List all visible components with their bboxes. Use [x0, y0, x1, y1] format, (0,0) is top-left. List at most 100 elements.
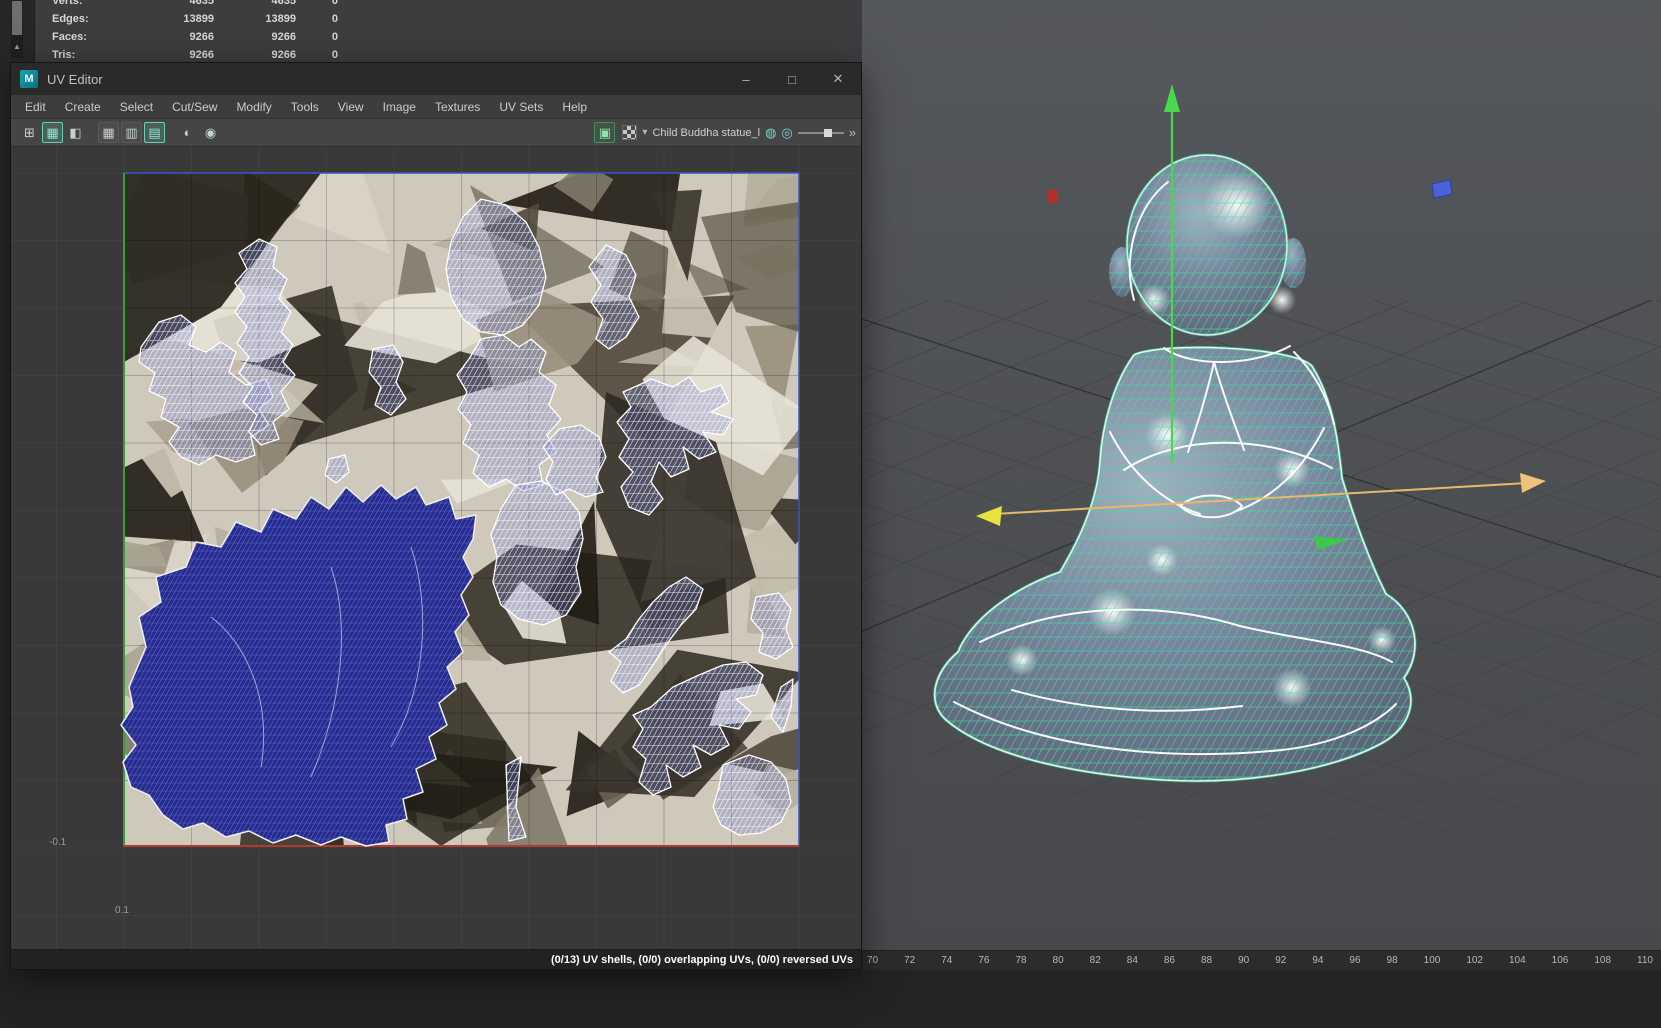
hud-value: 0 [331, 0, 338, 7]
uv-shell[interactable] [490, 480, 584, 626]
window-title: UV Editor [47, 71, 103, 87]
menu-textures[interactable]: Textures [435, 100, 480, 114]
grid-coordinate-label: 0.1 [115, 905, 129, 916]
poly-count-hud: Verts: 4635 4635 0 Edges: 13899 13899 0 Faces: 92… [52, 0, 338, 64]
timeline-tick[interactable]: 86 [1164, 955, 1175, 966]
viewport-canvas[interactable] [862, 0, 1661, 950]
slider-handle[interactable] [823, 128, 832, 137]
timeline-tick[interactable]: 100 [1424, 955, 1441, 966]
scrollbar-track[interactable]: ▲ [11, 0, 23, 58]
uv-canvas[interactable] [11, 147, 861, 949]
toolbar-overflow-icon[interactable]: » [849, 125, 856, 140]
minimize-button[interactable]: – [723, 63, 769, 95]
timeline-tick[interactable]: 76 [978, 955, 989, 966]
timeline-tick[interactable]: 80 [1053, 955, 1064, 966]
red-plane-handle[interactable] [1048, 190, 1058, 203]
perspective-viewport[interactable] [862, 0, 1661, 950]
hud-value: 9266 [189, 31, 214, 43]
pixel-snap-icon[interactable]: ▥ [121, 122, 142, 143]
uv-shell[interactable] [542, 424, 607, 498]
menu-edit[interactable]: Edit [25, 100, 46, 114]
hud-value: 9266 [271, 31, 296, 43]
hud-value: 0 [331, 31, 338, 43]
hud-label: Edges: [52, 13, 89, 25]
material-swatch-icon[interactable]: ◍ [765, 125, 776, 141]
timeline-tick[interactable]: 90 [1238, 955, 1249, 966]
scrollbar-thumb[interactable] [12, 1, 22, 35]
menu-create[interactable]: Create [65, 100, 101, 114]
uv-canvas-area[interactable]: -0.1 0.1 [11, 147, 861, 949]
menu-uv-sets[interactable]: UV Sets [499, 100, 543, 114]
grid-coordinate-label: -0.1 [49, 837, 67, 848]
hud-label: Faces: [52, 31, 87, 43]
texture-controls: ▣ ▾ Child Buddha statue_l ◍ ◎ » [594, 122, 861, 143]
dim-image-icon[interactable]: ◐ [177, 122, 198, 143]
timeline-tick[interactable]: 74 [941, 955, 952, 966]
timeline-tick[interactable]: 82 [1090, 955, 1101, 966]
menu-cut-sew[interactable]: Cut/Sew [172, 100, 217, 114]
grid-display-icon[interactable]: ▦ [98, 122, 119, 143]
texture-selector[interactable]: Child Buddha statue_l [652, 127, 760, 139]
scroll-up-icon[interactable]: ▲ [11, 40, 23, 54]
menu-view[interactable]: View [338, 100, 364, 114]
uv-lattice-icon[interactable]: ⊞ [19, 122, 40, 143]
hud-value: 4635 [271, 0, 296, 7]
menu-image[interactable]: Image [383, 100, 416, 114]
hud-value: 13899 [183, 13, 214, 25]
maya-screen: ▲ Verts: 4635 4635 0 Edges: 13899 13899 0 Faces:… [0, 0, 1661, 1028]
uv-editor-window: M UV Editor – □ ✕ Edit Create Select Cut/Se… [10, 62, 862, 970]
hud-row: Verts: 4635 4635 0 [52, 0, 338, 10]
y-axis-arrowhead[interactable] [1164, 84, 1180, 112]
close-button[interactable]: ✕ [815, 63, 861, 95]
timeline-tick[interactable]: 108 [1594, 955, 1611, 966]
image-filter-icon[interactable]: ◉ [200, 122, 221, 143]
texture-view-icon[interactable]: ◎ [781, 125, 792, 141]
timeline-tick[interactable]: 96 [1349, 955, 1360, 966]
uv-texture-icon[interactable]: ▦ [42, 122, 63, 143]
timeline-tick[interactable]: 72 [904, 955, 915, 966]
timeline-tick[interactable]: 88 [1201, 955, 1212, 966]
timeline-tick[interactable]: 104 [1509, 955, 1526, 966]
menu-modify[interactable]: Modify [236, 100, 271, 114]
toolbar-separator [88, 132, 98, 133]
window-controls: – □ ✕ [723, 63, 861, 95]
menu-tools[interactable]: Tools [291, 100, 319, 114]
maya-logo-icon: M [20, 70, 38, 88]
checker-map-icon[interactable] [622, 125, 638, 140]
menu-select[interactable]: Select [120, 100, 153, 114]
uv-statusbar: (0/13) UV shells, (0/0) overlapping UVs,… [11, 949, 861, 969]
uv-shell-status: (0/13) UV shells, (0/0) overlapping UVs,… [550, 953, 853, 966]
timeline-tick[interactable]: 70 [867, 955, 878, 966]
blue-plane-handle[interactable] [1431, 179, 1453, 199]
timeline-tick[interactable]: 92 [1275, 955, 1286, 966]
time-slider[interactable]: 70 72 74 76 78 80 82 84 86 88 90 92 94 96 98 100 102 104 1… [862, 950, 1661, 970]
chevron-down-icon[interactable]: ▾ [642, 127, 647, 138]
timeline-tick[interactable]: 78 [1015, 955, 1026, 966]
hud-value: 13899 [265, 13, 296, 25]
timeline-tick[interactable]: 110 [1637, 955, 1653, 966]
range-slider-area [0, 970, 1661, 1028]
buddha-model[interactable] [933, 153, 1417, 783]
timeline-tick[interactable]: 102 [1466, 955, 1483, 966]
maximize-button[interactable]: □ [769, 63, 815, 95]
timeline-tick[interactable]: 98 [1387, 955, 1398, 966]
hud-value: 0 [331, 13, 338, 25]
shade-shells-icon[interactable]: ▤ [144, 122, 165, 143]
hud-value: 4635 [189, 0, 214, 7]
uv-menubar: Edit Create Select Cut/Sew Modify Tools View Im… [11, 95, 861, 119]
wireframe-overlay [934, 155, 1416, 781]
hud-label: Verts: [52, 0, 83, 7]
image-display-icon[interactable]: ▣ [594, 122, 616, 143]
menu-help[interactable]: Help [562, 100, 587, 114]
selected-axis-arrowhead[interactable] [976, 506, 1002, 526]
toolbar-separator [167, 132, 177, 133]
image-dim-slider[interactable] [797, 126, 844, 140]
timeline-tick[interactable]: 94 [1312, 955, 1323, 966]
hud-row: Edges: 13899 13899 0 [52, 10, 338, 28]
hud-row: Faces: 9266 9266 0 [52, 28, 338, 46]
uv-toolbar: ⊞ ▦ ◧ ▦ ▥ ▤ ◐ ◉ ▣ ▾ Child Buddha statue_… [11, 119, 861, 147]
uv-titlebar[interactable]: M UV Editor – □ ✕ [11, 63, 861, 95]
timeline-tick[interactable]: 84 [1127, 955, 1138, 966]
uv-split-icon[interactable]: ◧ [65, 122, 86, 143]
timeline-tick[interactable]: 106 [1552, 955, 1569, 966]
